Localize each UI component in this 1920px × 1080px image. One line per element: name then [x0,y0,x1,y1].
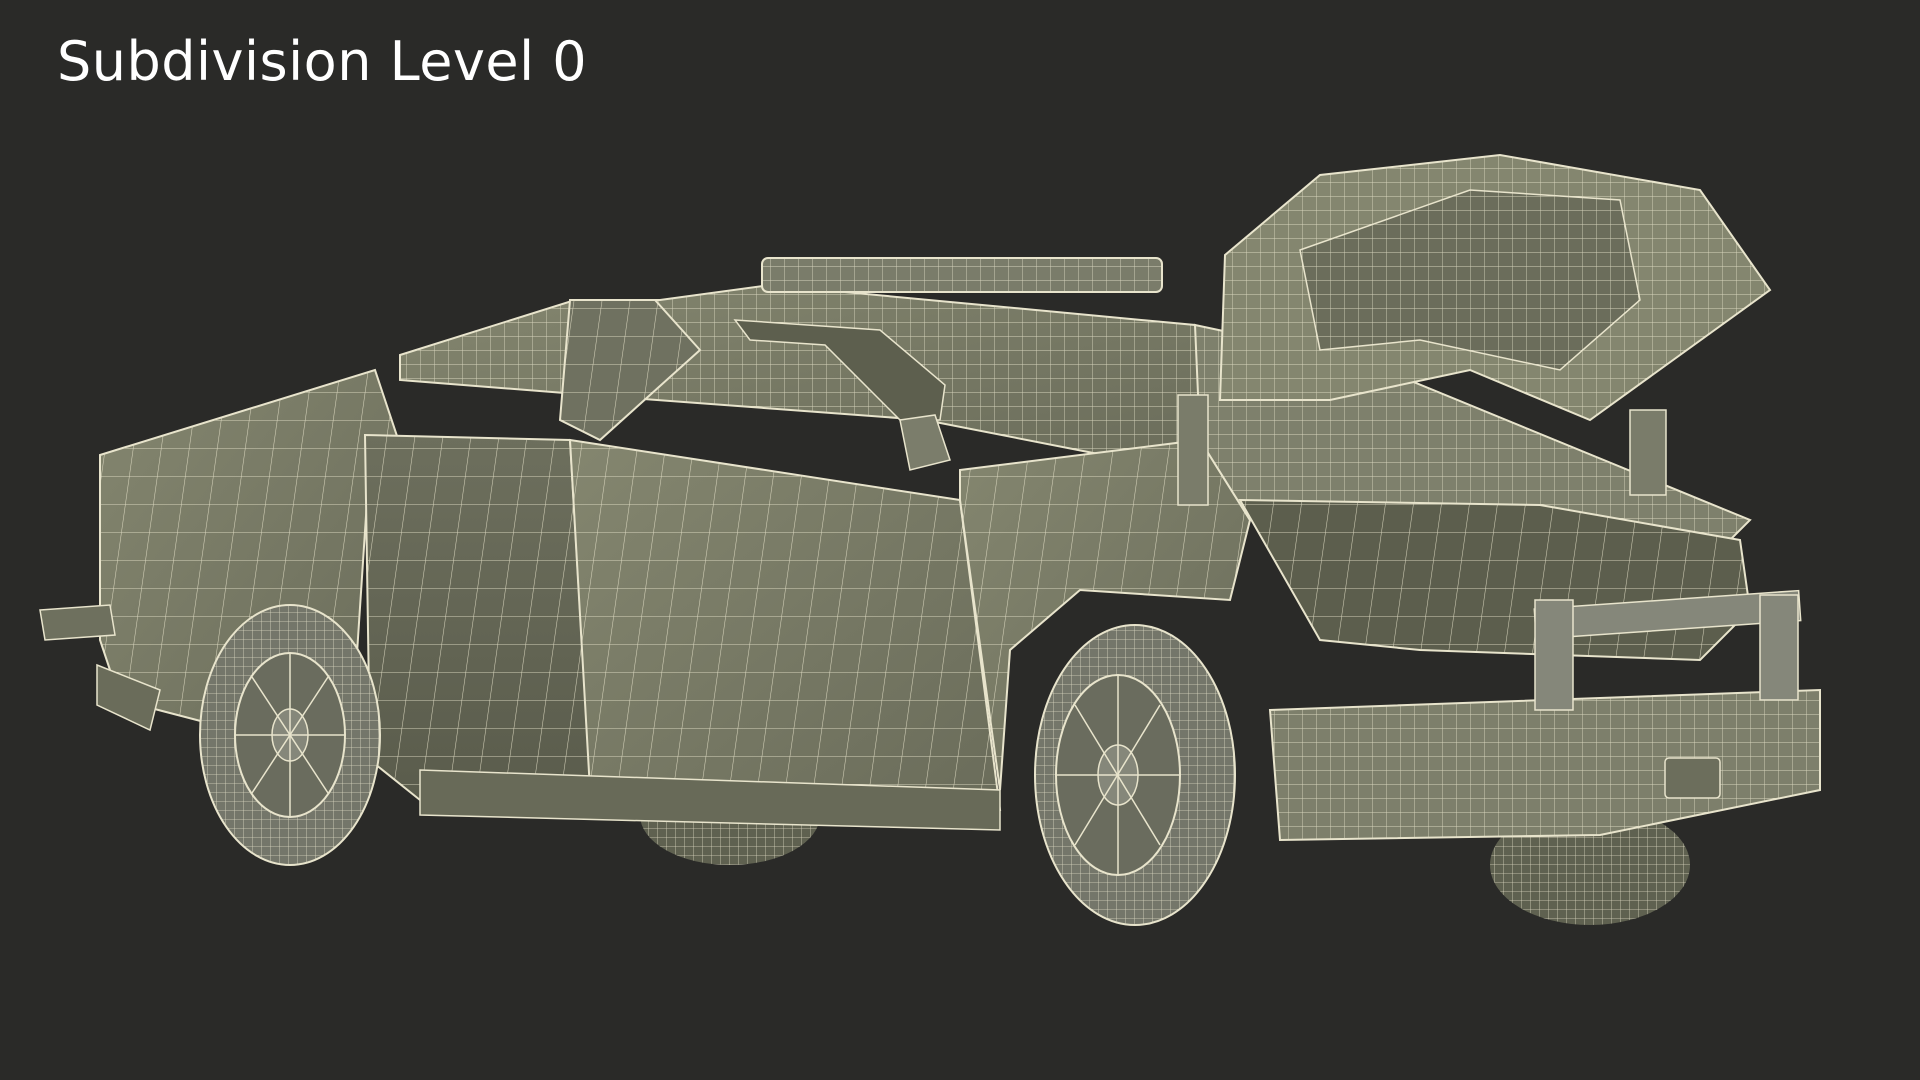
rear-near-wheel [199,604,381,866]
front-door-panel [568,414,1002,812]
viewport: Subdivision Level 0 [0,0,1920,1080]
wireframe-truck-render [39,153,1821,926]
front-near-wheel [1034,624,1236,926]
